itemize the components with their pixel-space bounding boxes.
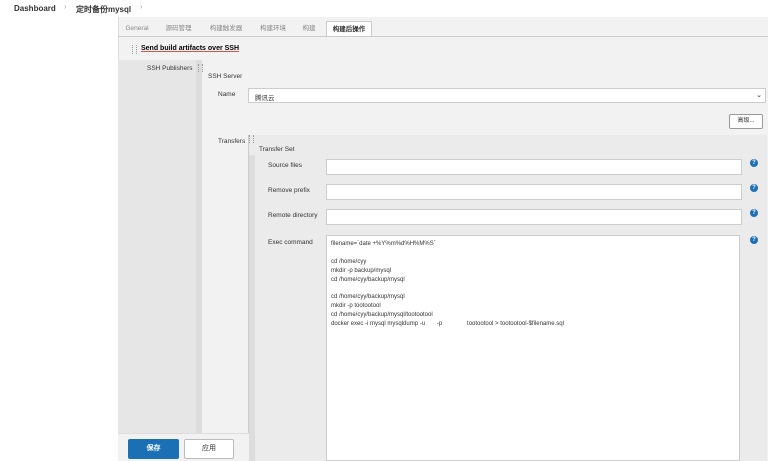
breadcrumb-dashboard[interactable]: Dashboard bbox=[14, 4, 56, 13]
name-select-value: 腾讯云 bbox=[255, 95, 275, 102]
breadcrumb-job[interactable]: 定时备份mysql bbox=[76, 4, 131, 15]
tab-build-environment[interactable]: 构建环境 bbox=[254, 21, 292, 36]
transfer-set-label: Transfer Set bbox=[259, 146, 295, 153]
ssh-server-label: SSH Server bbox=[208, 73, 243, 80]
drag-handle-icon[interactable] bbox=[132, 45, 137, 54]
tab-build[interactable]: 构建 bbox=[298, 21, 320, 36]
transfers-label: Transfers bbox=[218, 138, 246, 145]
source-files-input[interactable] bbox=[326, 159, 742, 175]
tab-build-triggers[interactable]: 构建触发器 bbox=[205, 21, 247, 36]
ssh-publishers-gutter bbox=[118, 60, 199, 433]
source-files-label: Source files bbox=[268, 162, 302, 169]
help-icon[interactable]: ? bbox=[750, 236, 758, 244]
apply-button[interactable]: 应用 bbox=[184, 439, 234, 459]
drag-handle-icon[interactable] bbox=[249, 135, 254, 143]
breadcrumb-separator-icon: › bbox=[64, 4, 67, 11]
remote-directory-input[interactable] bbox=[326, 209, 742, 225]
save-button[interactable]: 保存 bbox=[128, 439, 179, 459]
section-indent-bar bbox=[196, 60, 202, 461]
chevron-down-icon: ⌄ bbox=[756, 92, 762, 99]
tab-divider bbox=[118, 36, 768, 37]
tab-scm[interactable]: 源码管理 bbox=[161, 21, 196, 36]
help-icon[interactable]: ? bbox=[750, 209, 758, 217]
name-label: Name bbox=[218, 91, 236, 98]
ssh-publishers-label: SSH Publishers bbox=[147, 65, 193, 72]
remove-prefix-label: Remove prefix bbox=[268, 187, 310, 194]
publisher-title[interactable]: Send build artifacts over SSH bbox=[141, 45, 239, 52]
help-icon[interactable]: ? bbox=[750, 184, 758, 192]
transfer-set-indent-bar bbox=[249, 155, 255, 461]
remote-directory-label: Remote directory bbox=[268, 212, 318, 219]
tab-post-build-actions[interactable]: 构建后操作 bbox=[326, 21, 372, 37]
exec-command-textarea[interactable]: filename=`date +%Y%m%d%H%M%S` cd /home/c… bbox=[326, 235, 740, 461]
name-select[interactable]: 腾讯云 ⌄ bbox=[248, 88, 766, 103]
help-icon[interactable]: ? bbox=[750, 159, 758, 167]
drag-handle-icon[interactable] bbox=[198, 64, 203, 72]
breadcrumb-separator-icon[interactable]: › bbox=[140, 4, 142, 11]
exec-command-label: Exec command bbox=[268, 239, 313, 246]
tab-general[interactable]: General bbox=[122, 21, 152, 36]
breadcrumb: Dashboard › 定时备份mysql › bbox=[0, 0, 768, 17]
advanced-button[interactable]: 高级... bbox=[729, 114, 763, 129]
remove-prefix-input[interactable] bbox=[326, 184, 742, 200]
